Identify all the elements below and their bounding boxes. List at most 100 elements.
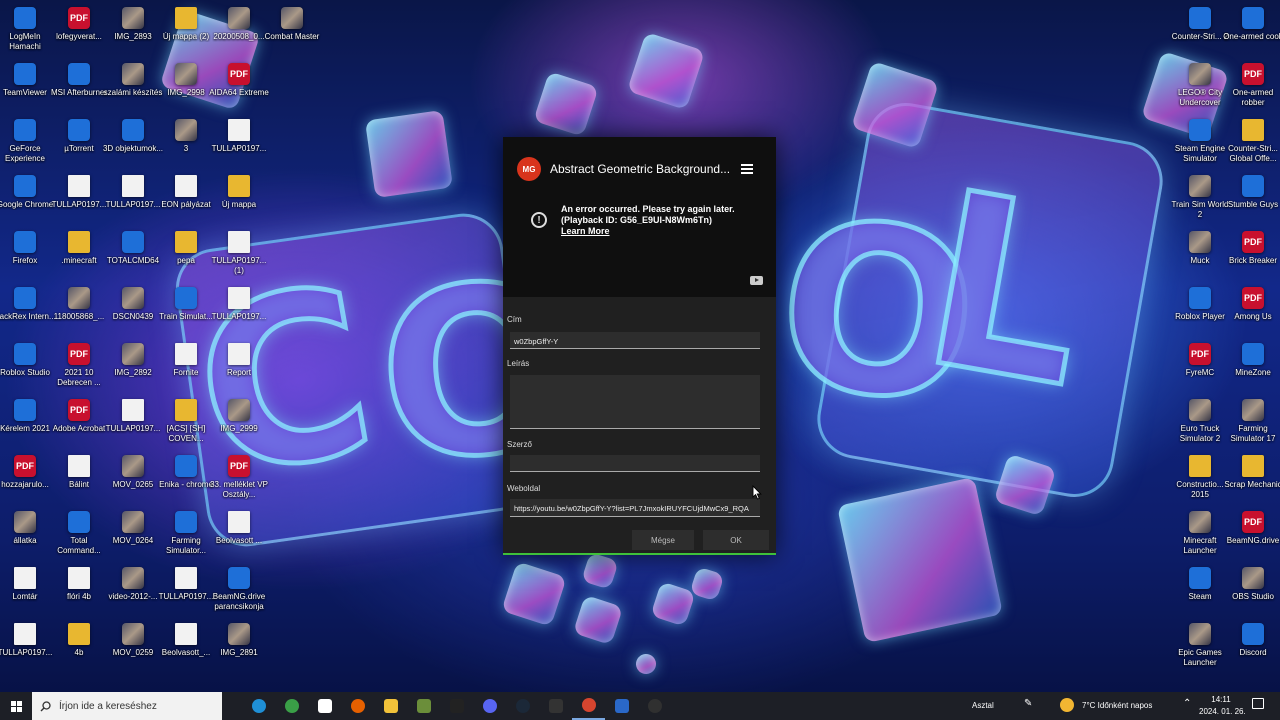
desktop-icon[interactable]: IMG_2891 [212,620,266,676]
desktop-icon[interactable]: Fornite [159,340,213,396]
taskbar-app-button[interactable] [275,692,308,720]
desktop-icon[interactable]: TULLAP0197... [0,620,52,676]
taskbar-app-button[interactable] [308,692,341,720]
taskbar-app-button[interactable] [539,692,572,720]
desktop-icon[interactable]: Roblox Studio [0,340,52,396]
desktop-icon[interactable]: PDF Among Us [1226,284,1280,340]
desktop-icon[interactable]: video-2012-... [106,564,160,620]
desktop-icon[interactable]: MOV_0265 [106,452,160,508]
notification-icon[interactable] [1252,698,1264,709]
taskbar-search[interactable]: Írjon ide a kereséshez [32,692,222,720]
video-title[interactable]: Abstract Geometric Background... [550,162,730,176]
taskbar-app-button[interactable] [572,692,605,720]
desktop-icon[interactable]: TULLAP0197... [52,172,106,228]
desktop-icon[interactable]: Total Command... [52,508,106,564]
desktop-icon[interactable]: 3D objektumok... [103,116,163,172]
desktop-icon[interactable]: TeamViewer [0,60,52,116]
desktop-icon[interactable]: PDF Adobe Acrobat [52,396,106,452]
desktop-icon[interactable]: PDF hozzajarulo... [0,452,52,508]
desktop-icon[interactable]: GeForce Experience [0,116,52,172]
desktop-icon[interactable]: 3 [159,116,213,172]
playlist-icon[interactable] [741,164,753,174]
taskbar-app-button[interactable] [440,692,473,720]
desktop-icon[interactable]: PDF One-armed robber [1226,60,1280,116]
desktop-icon[interactable]: Farming Simulator... [159,508,213,564]
desktop-icon[interactable]: 20200508_0... [212,4,266,60]
taskbar-app-button[interactable] [473,692,506,720]
desktop-icon[interactable]: PDF AIDA64 Extreme [209,60,269,116]
clock-date[interactable]: 2024. 01. 26. [1199,707,1246,716]
desktop-icon[interactable]: Új mappa (2) [159,4,213,60]
desktop-icon[interactable]: BeamNG.drive parancsikonja [212,564,266,620]
desktop-icon[interactable]: DSCN0439 [106,284,160,340]
desktop-icon[interactable]: MSI Afterburner [51,60,107,116]
taskbar-app-button[interactable] [341,692,374,720]
desktop-icon[interactable]: szalámi készítés [104,60,162,116]
desktop-icon[interactable]: LEGO® City Undercover [1173,60,1227,116]
desktop-icon[interactable]: LogMeIn Hamachi [0,4,52,60]
desktop-icon[interactable]: Kérelem 2021 [0,396,52,452]
desktop-icon[interactable]: flóri 4b [52,564,106,620]
desktop-icon[interactable]: Stumble Guys [1226,172,1280,228]
taskbar-app-button[interactable] [242,692,275,720]
desktop-icon[interactable]: Beolvasott ... [212,508,266,564]
desktop-icon[interactable]: PDF FyreMC [1173,340,1227,396]
desktop-icon[interactable]: OBS Studio [1226,564,1280,620]
desktop-icon[interactable]: Bálint [52,452,106,508]
desktop-icon[interactable]: Euro Truck Simulator 2 [1173,396,1227,452]
desktop-icon[interactable]: EON pályázat [159,172,213,228]
desktop-icon[interactable]: Lomtár [0,564,52,620]
clock-time[interactable]: 14:11 [1211,695,1231,704]
description-field[interactable] [510,375,760,429]
desktop-icon[interactable]: µTorrent [52,116,106,172]
pen-icon[interactable]: ✎ [1024,698,1032,709]
learn-more-link[interactable]: Learn More [561,226,610,236]
cancel-button[interactable]: Mégse [632,530,694,550]
desktop-icon[interactable]: Roblox Player [1173,284,1227,340]
desktop-icon[interactable]: [ACS] [SH] COVEN... [159,396,213,452]
desktop-icon[interactable]: Steam Engine Simulator [1173,116,1227,172]
desktop-icon[interactable]: Muck [1173,228,1227,284]
desktop-icon[interactable]: Constructio... 2015 [1173,452,1227,508]
desktop-icon[interactable]: PDF 33. melléklet VP Osztály... [210,452,268,508]
taskbar-app-button[interactable] [506,692,539,720]
desktop-icon[interactable]: Epic Games Launcher [1173,620,1227,676]
ok-button[interactable]: OK [703,530,769,550]
desktop-icon[interactable]: TULLAP0197... (1) [212,228,266,284]
desktop-icon[interactable]: TULLAP0197... [106,172,160,228]
desktop-icon[interactable]: IMG_2892 [106,340,160,396]
desktop-icon[interactable]: .minecraft [52,228,106,284]
desktop-icon[interactable]: Combat Master [265,4,319,60]
video-player[interactable]: MG Abstract Geometric Background... ! An… [503,137,776,297]
desktop-icon[interactable]: TULLAP0197... [212,284,266,340]
chevron-up-icon[interactable]: ⌃ [1183,698,1191,709]
desktop-icon[interactable]: TOTALCMD64 [106,228,160,284]
start-button[interactable] [0,692,32,720]
desktop-icon[interactable]: One-armed cook [1223,4,1280,60]
desktop-icon[interactable]: Enika - chrome [159,452,213,508]
desktop-icon[interactable]: Minecraft Launcher [1173,508,1227,564]
desktop-icon[interactable]: Scrap Mechanic [1224,452,1280,508]
desktop-icon[interactable]: TULLAP0197... [212,116,266,172]
desktop-icon[interactable]: Firefox [0,228,52,284]
desktop-icon[interactable]: MOV_0264 [106,508,160,564]
title-field[interactable]: w0ZbpGffY-Y [510,332,760,349]
desktop-icon[interactable]: Counter-Stri... 2 [1172,4,1228,60]
desktop-icon[interactable]: pepa [159,228,213,284]
desktop-icon[interactable]: MOV_0259 [106,620,160,676]
desktop-icon[interactable]: Discord [1226,620,1280,676]
channel-logo[interactable]: MG [517,157,541,181]
desktop-icon[interactable]: IMG_2893 [106,4,160,60]
desktop-icon[interactable]: Farming Simulator 17 [1226,396,1280,452]
desktop-icon[interactable]: Counter-Stri... Global Offe... [1226,116,1280,172]
desktop-icon[interactable]: 118005868_... [52,284,106,340]
desktop-icon[interactable]: PDF 2021 10 Debrecen ... [52,340,106,396]
desktop-icon[interactable]: állatka [0,508,52,564]
desktop-icon[interactable]: IMG_2999 [212,396,266,452]
desktop-icon[interactable]: Train Sim World 2 [1172,172,1228,228]
desktop-icon[interactable]: PDF Brick Breaker [1226,228,1280,284]
desktop-icon[interactable]: Steam [1173,564,1227,620]
desktop-icon[interactable]: Report [212,340,266,396]
desktop-icon[interactable]: IMG_2998 [159,60,213,116]
desktop-icon[interactable]: MineZone [1226,340,1280,396]
